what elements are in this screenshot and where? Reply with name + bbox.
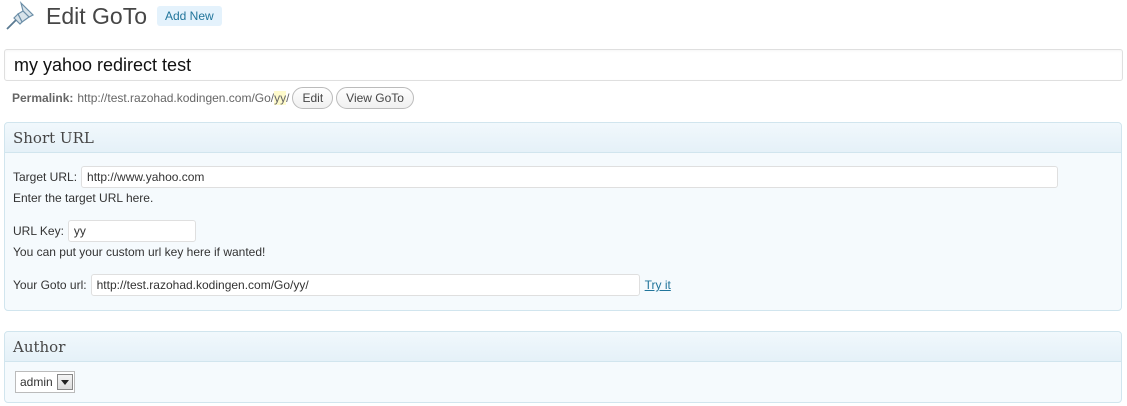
url-key-input[interactable] [67, 220, 196, 242]
view-goto-button[interactable]: View GoTo [336, 87, 414, 109]
short-url-box: Short URL Target URL: Enter the target U… [4, 122, 1122, 311]
pushpin-icon [6, 1, 35, 30]
permalink-url-prefix: http://test.razohad.kodingen.com/Go/ [77, 91, 275, 105]
url-key-hint: You can put your custom url key here if … [13, 245, 266, 259]
author-box-title[interactable]: Author [5, 332, 1121, 362]
url-key-row: URL Key: [13, 220, 196, 242]
permalink-url[interactable]: http://test.razohad.kodingen.com/Go/yy/ [77, 91, 289, 105]
goto-url-row: Your Goto url: Try it [13, 274, 671, 296]
target-url-row: Target URL: [13, 166, 1059, 188]
author-select[interactable]: admin [15, 371, 75, 393]
chevron-down-icon[interactable] [57, 374, 73, 390]
target-url-hint: Enter the target URL here. [13, 191, 154, 205]
target-url-input[interactable] [81, 166, 1059, 188]
author-box: Author admin [4, 331, 1122, 403]
goto-url-label: Your Goto url: [13, 278, 87, 292]
url-key-label: URL Key: [13, 224, 64, 238]
permalink-row: Permalink: http://test.razohad.kodingen.… [12, 87, 414, 109]
target-url-label: Target URL: [13, 170, 78, 184]
add-new-button[interactable]: Add New [157, 6, 222, 26]
page-header: Edit GoTo Add New [4, 0, 222, 32]
permalink-url-suffix: / [286, 91, 290, 105]
try-it-link[interactable]: Try it [645, 278, 671, 292]
author-select-value: admin [20, 375, 53, 389]
post-title-input[interactable] [4, 49, 1123, 81]
edit-permalink-button[interactable]: Edit [292, 87, 334, 109]
goto-url-input[interactable] [90, 274, 640, 296]
permalink-label: Permalink: [12, 91, 74, 105]
page-title: Edit GoTo [46, 3, 147, 29]
short-url-box-title[interactable]: Short URL [5, 123, 1121, 153]
permalink-url-key: yy [274, 91, 287, 105]
